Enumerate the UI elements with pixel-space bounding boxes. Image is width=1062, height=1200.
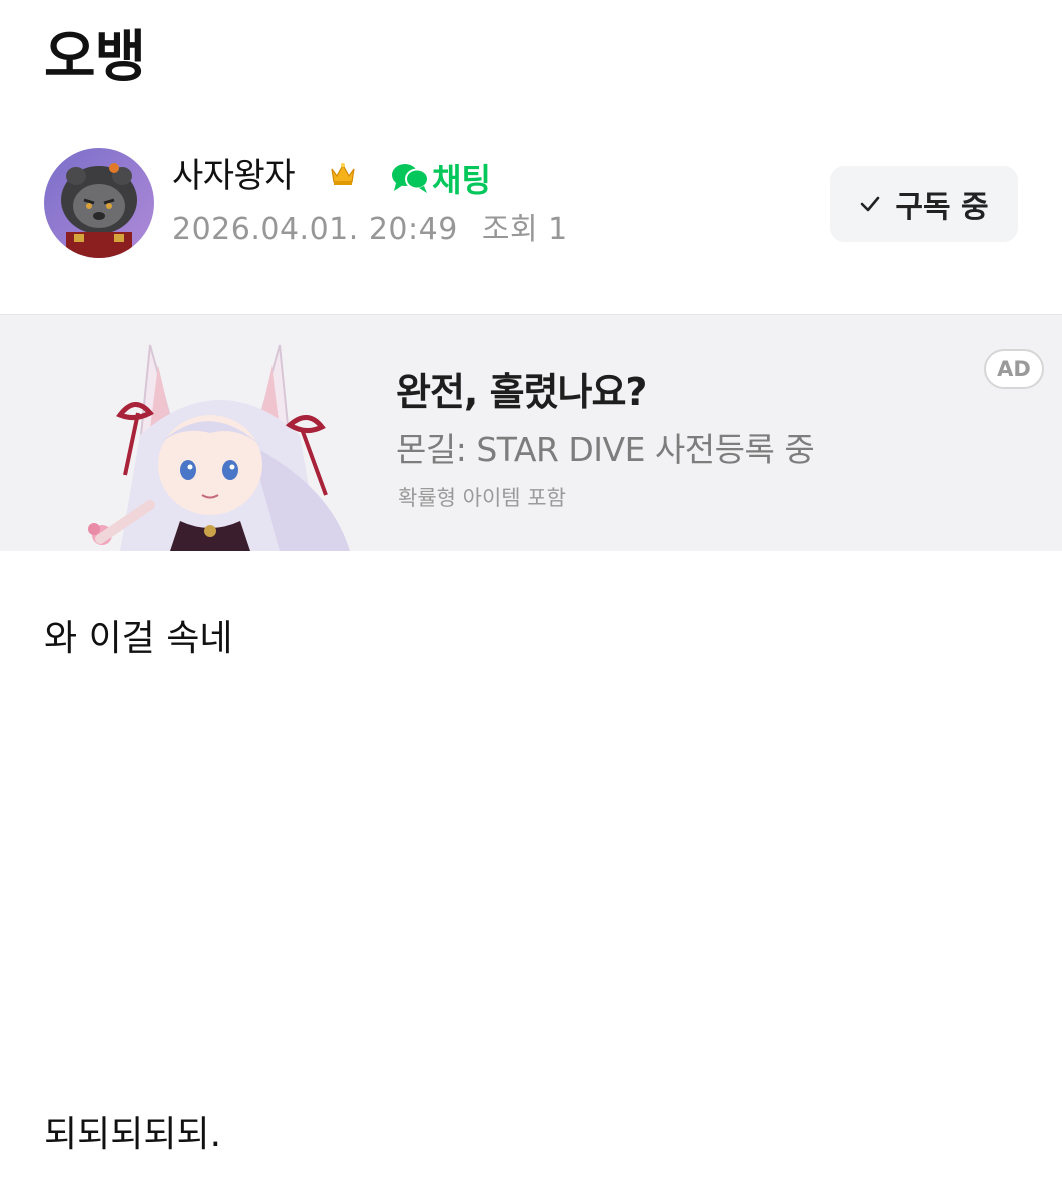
chat-bubbles-icon [392, 164, 429, 193]
avatar[interactable] [44, 148, 154, 258]
chat-label: 채팅 [432, 161, 491, 199]
post-meta: 2026.04.01. 20:49 조회 1 [172, 210, 568, 250]
subscribe-button[interactable]: 구독 중 [830, 166, 1018, 242]
ad-note: 확률형 아이템 포함 [398, 486, 566, 510]
author-name[interactable]: 사자왕자 [172, 154, 296, 198]
subscribe-label: 구독 중 [895, 190, 989, 225]
post-body-line: 와 이걸 속네 [44, 618, 233, 659]
ad-headline: 완전, 홀렸나요? [396, 370, 647, 414]
anime-character-ad-image [88, 344, 350, 551]
lion-avatar-icon [44, 148, 154, 258]
author-info: 사자왕자 채팅 2026.04.01. 20:49 조회 1 구독 중 [44, 148, 1018, 260]
post-body-line: 되되되되되. [44, 1114, 222, 1155]
chat-button[interactable]: 채팅 [390, 156, 491, 200]
post-date: 2026.04.01. 20:49 [172, 212, 458, 247]
view-count: 조회 1 [481, 212, 568, 247]
post-title: 오뱅 [44, 25, 146, 90]
ad-badge[interactable]: AD [984, 349, 1044, 389]
crown-icon [331, 163, 355, 185]
check-icon [861, 196, 880, 212]
ad-subtitle: 몬길: STAR DIVE 사전등록 중 [396, 430, 815, 469]
ad-banner[interactable]: 완전, 홀렸나요? 몬길: STAR DIVE 사전등록 중 확률형 아이템 포… [0, 314, 1062, 551]
